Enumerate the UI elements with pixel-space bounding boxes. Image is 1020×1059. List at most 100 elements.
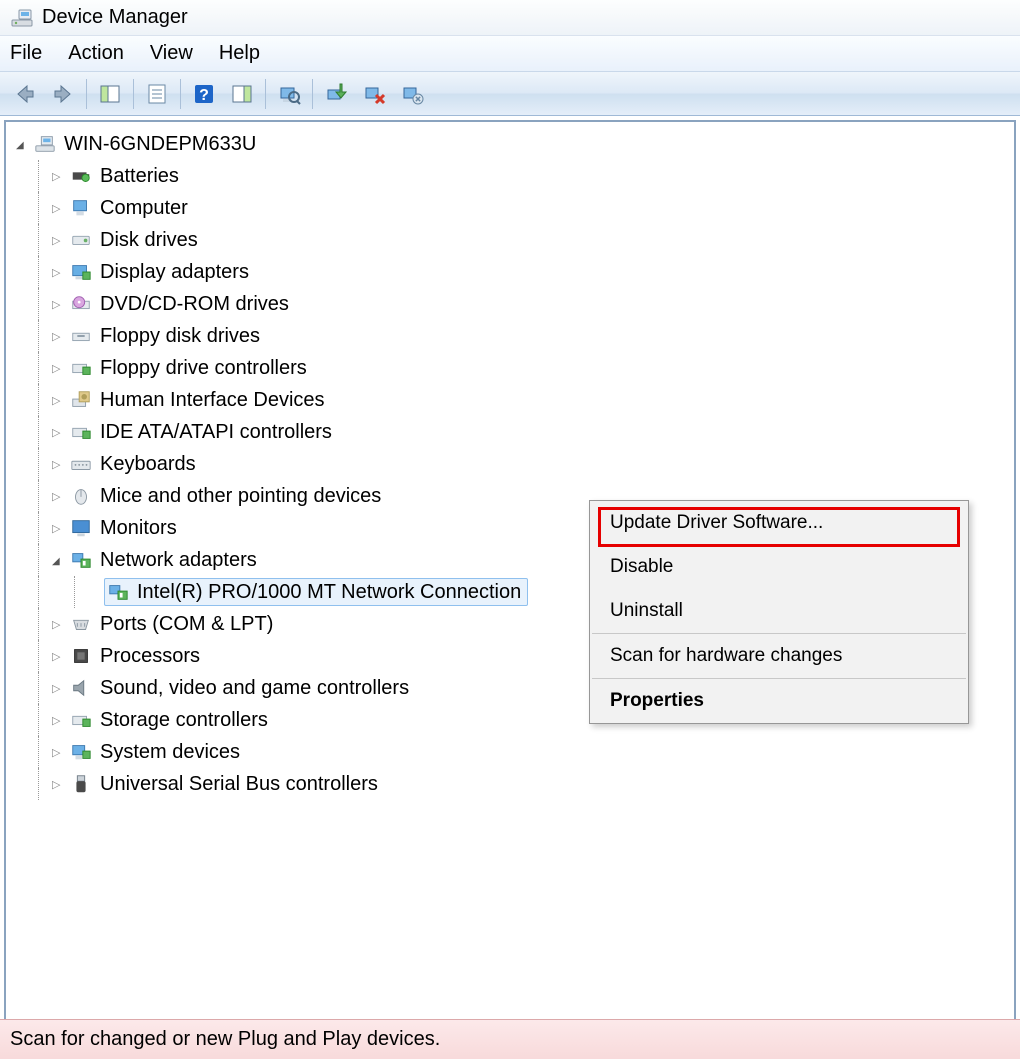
ctx-uninstall[interactable]: Uninstall bbox=[590, 589, 968, 633]
scan-hardware-button[interactable] bbox=[272, 77, 306, 111]
tree-label: Floppy drive controllers bbox=[100, 357, 307, 380]
expand-icon[interactable] bbox=[52, 489, 64, 503]
tree-label: Keyboards bbox=[100, 453, 196, 476]
tree-batteries[interactable]: Batteries bbox=[12, 160, 1014, 192]
tree-ide[interactable]: IDE ATA/ATAPI controllers bbox=[12, 416, 1014, 448]
expand-icon[interactable] bbox=[52, 297, 64, 311]
tree-label: Mice and other pointing devices bbox=[100, 485, 381, 508]
svg-text:?: ? bbox=[199, 87, 209, 104]
window-title: Device Manager bbox=[42, 6, 188, 29]
ctx-disable[interactable]: Disable bbox=[590, 545, 968, 589]
show-console-tree-button[interactable] bbox=[93, 77, 127, 111]
menu-bar: File Action View Help bbox=[0, 36, 1020, 72]
battery-icon bbox=[68, 163, 94, 189]
keyboard-icon bbox=[68, 451, 94, 477]
expand-icon[interactable] bbox=[52, 521, 64, 535]
expand-icon[interactable] bbox=[52, 169, 64, 183]
tree-disk-drives[interactable]: Disk drives bbox=[12, 224, 1014, 256]
computer-root-icon bbox=[32, 131, 58, 157]
tree-usb[interactable]: Universal Serial Bus controllers bbox=[12, 768, 1014, 800]
toolbar-separator bbox=[180, 79, 181, 109]
uninstall-device-button[interactable] bbox=[395, 77, 429, 111]
tree-label: Human Interface Devices bbox=[100, 389, 325, 412]
usb-icon bbox=[68, 771, 94, 797]
ide-controller-icon bbox=[68, 419, 94, 445]
tree-floppy-controllers[interactable]: Floppy drive controllers bbox=[12, 352, 1014, 384]
tree-root[interactable]: WIN-6GNDEPM633U bbox=[12, 128, 1014, 160]
tree-hid[interactable]: Human Interface Devices bbox=[12, 384, 1014, 416]
ctx-update-driver[interactable]: Update Driver Software... bbox=[590, 501, 968, 545]
tree-system[interactable]: System devices bbox=[12, 736, 1014, 768]
menu-action[interactable]: Action bbox=[68, 42, 124, 65]
disable-device-button[interactable] bbox=[357, 77, 391, 111]
status-bar: Scan for changed or new Plug and Play de… bbox=[0, 1019, 1020, 1059]
context-menu: Update Driver Software... Disable Uninst… bbox=[589, 500, 969, 724]
menu-view[interactable]: View bbox=[150, 42, 193, 65]
toolbar-separator bbox=[312, 79, 313, 109]
expand-icon[interactable] bbox=[52, 201, 64, 215]
tree-label: Ports (COM & LPT) bbox=[100, 613, 273, 636]
ctx-scan-hardware[interactable]: Scan for hardware changes bbox=[590, 634, 968, 678]
tree-label: Sound, video and game controllers bbox=[100, 677, 409, 700]
tree-floppy-disk[interactable]: Floppy disk drives bbox=[12, 320, 1014, 352]
tree-label: Storage controllers bbox=[100, 709, 268, 732]
ports-icon bbox=[68, 611, 94, 637]
expand-icon[interactable] bbox=[52, 553, 64, 567]
tree-label: Processors bbox=[100, 645, 200, 668]
network-adapter-icon bbox=[68, 547, 94, 573]
tree-label: Network adapters bbox=[100, 549, 257, 572]
update-driver-button[interactable] bbox=[319, 77, 353, 111]
storage-controller-icon bbox=[68, 707, 94, 733]
tree-label: Computer bbox=[100, 197, 188, 220]
tree-display-adapters[interactable]: Display adapters bbox=[12, 256, 1014, 288]
expand-icon[interactable] bbox=[52, 425, 64, 439]
tree-label: DVD/CD-ROM drives bbox=[100, 293, 289, 316]
menu-help[interactable]: Help bbox=[219, 42, 260, 65]
tree-label: Display adapters bbox=[100, 261, 249, 284]
ctx-properties[interactable]: Properties bbox=[590, 679, 968, 723]
menu-file[interactable]: File bbox=[10, 42, 42, 65]
tree-computer[interactable]: Computer bbox=[12, 192, 1014, 224]
monitor-icon bbox=[68, 515, 94, 541]
expand-icon[interactable] bbox=[52, 265, 64, 279]
expand-icon[interactable] bbox=[52, 777, 64, 791]
system-devices-icon bbox=[68, 739, 94, 765]
expand-icon[interactable] bbox=[16, 137, 28, 151]
display-adapter-icon bbox=[68, 259, 94, 285]
expand-icon[interactable] bbox=[52, 233, 64, 247]
expand-icon[interactable] bbox=[52, 617, 64, 631]
help-button[interactable]: ? bbox=[187, 77, 221, 111]
properties-button[interactable] bbox=[140, 77, 174, 111]
action-pane-button[interactable] bbox=[225, 77, 259, 111]
expand-icon[interactable] bbox=[52, 649, 64, 663]
device-tree: WIN-6GNDEPM633U Batteries Computer Disk … bbox=[4, 120, 1016, 1046]
status-text: Scan for changed or new Plug and Play de… bbox=[10, 1028, 440, 1051]
tree-label: IDE ATA/ATAPI controllers bbox=[100, 421, 332, 444]
computer-icon bbox=[68, 195, 94, 221]
disk-drive-icon bbox=[68, 227, 94, 253]
expand-icon[interactable] bbox=[52, 745, 64, 759]
expand-icon[interactable] bbox=[52, 457, 64, 471]
toolbar-separator bbox=[86, 79, 87, 109]
nav-forward-button[interactable] bbox=[46, 77, 80, 111]
tree-label: Monitors bbox=[100, 517, 177, 540]
device-manager-icon bbox=[10, 6, 34, 30]
expand-icon[interactable] bbox=[52, 361, 64, 375]
tree-keyboards[interactable]: Keyboards bbox=[12, 448, 1014, 480]
tree-label: Floppy disk drives bbox=[100, 325, 260, 348]
tree-dvd-drives[interactable]: DVD/CD-ROM drives bbox=[12, 288, 1014, 320]
tree-label: Intel(R) PRO/1000 MT Network Connection bbox=[137, 581, 521, 604]
expand-icon[interactable] bbox=[52, 681, 64, 695]
floppy-disk-icon bbox=[68, 323, 94, 349]
expand-icon[interactable] bbox=[52, 393, 64, 407]
nav-back-button[interactable] bbox=[8, 77, 42, 111]
expand-icon[interactable] bbox=[52, 329, 64, 343]
expand-icon[interactable] bbox=[52, 713, 64, 727]
tree-label: System devices bbox=[100, 741, 240, 764]
toolbar: ? bbox=[0, 72, 1020, 116]
tree-label: WIN-6GNDEPM633U bbox=[64, 133, 256, 156]
floppy-controller-icon bbox=[68, 355, 94, 381]
processor-icon bbox=[68, 643, 94, 669]
hid-icon bbox=[68, 387, 94, 413]
mouse-icon bbox=[68, 483, 94, 509]
